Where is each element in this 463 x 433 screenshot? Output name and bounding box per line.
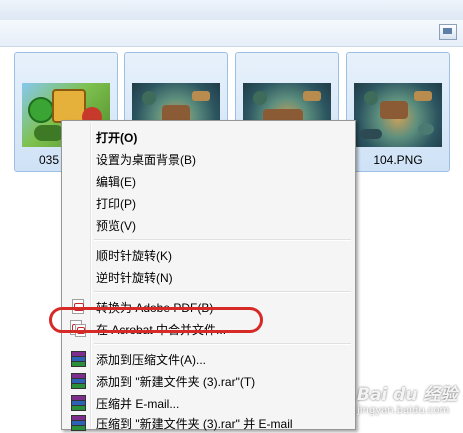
menu-item-rotate-counterclockwise[interactable]: 逆时针旋转(N) [64, 265, 351, 287]
winrar-icon [69, 372, 86, 389]
winrar-icon [69, 394, 86, 411]
watermark: Bai du 经验 jingyan.baidu.com [357, 380, 461, 422]
menu-item-label: 设置为桌面背景(B) [96, 153, 196, 167]
menu-item-add-to-named-rar[interactable]: 添加到 "新建文件夹 (3).rar"(T) [64, 369, 351, 391]
menu-item-label: 编辑(E) [96, 175, 136, 189]
menu-separator [94, 239, 351, 241]
menu-item-label: 预览(V) [96, 219, 136, 233]
menu-item-label: 逆时针旋转(N) [96, 271, 173, 285]
window-title-bar [0, 0, 463, 21]
winrar-icon [69, 350, 86, 367]
watermark-brand: Bai du 经验 [357, 385, 458, 405]
context-menu: 打开(O) 设置为桌面背景(B) 编辑(E) 打印(P) 预览(V) 顺时针旋转… [61, 120, 356, 433]
menu-item-label: 打开(O) [96, 131, 138, 145]
menu-item-label: 添加到 "新建文件夹 (3).rar"(T) [96, 375, 256, 389]
menu-item-label: 压缩到 "新建文件夹 (3).rar" 并 E-mail [96, 417, 293, 431]
menu-item-print[interactable]: 打印(P) [64, 191, 351, 213]
menu-item-compress-to-rar-and-email[interactable]: 压缩到 "新建文件夹 (3).rar" 并 E-mail [64, 411, 351, 433]
menu-item-compress-and-email[interactable]: 压缩并 E-mail... [64, 391, 351, 413]
menu-item-label: 压缩并 E-mail... [96, 397, 180, 411]
menu-item-edit[interactable]: 编辑(E) [64, 169, 351, 191]
menu-item-label: 打印(P) [96, 197, 136, 211]
preview-pane-icon[interactable] [439, 24, 457, 40]
menu-item-open[interactable]: 打开(O) [64, 125, 351, 147]
menu-item-set-desktop-background[interactable]: 设置为桌面背景(B) [64, 147, 351, 169]
menu-separator [94, 343, 351, 345]
menu-item-preview[interactable]: 预览(V) [64, 213, 351, 235]
menu-item-label: 顺时针旋转(K) [96, 249, 172, 263]
menu-item-add-to-archive[interactable]: 添加到压缩文件(A)... [64, 347, 351, 369]
watermark-url: jingyan.baidu.com [357, 405, 450, 416]
game-map-image [354, 83, 442, 147]
menu-item-rotate-clockwise[interactable]: 顺时针旋转(K) [64, 243, 351, 265]
file-thumbnail[interactable]: 104.PNG [346, 52, 450, 172]
menu-item-label: 添加到压缩文件(A)... [96, 353, 206, 367]
annotation-highlight-ellipse [49, 307, 263, 333]
menu-separator [94, 291, 351, 293]
file-name: 104.PNG [373, 153, 423, 167]
explorer-toolbar [0, 20, 463, 47]
